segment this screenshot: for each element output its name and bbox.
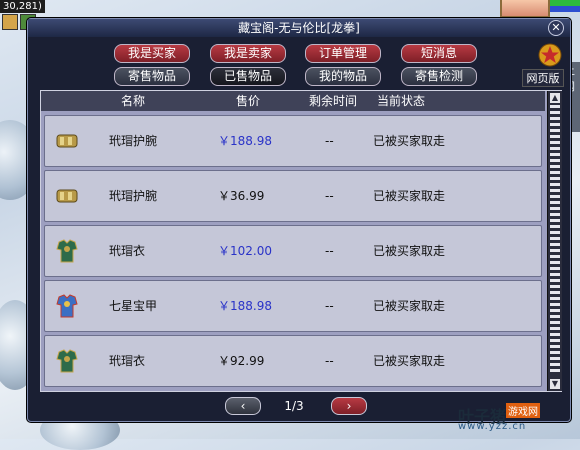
tab-consignment[interactable]: 寄售物品 <box>114 67 190 86</box>
armor-icon <box>53 237 81 265</box>
tab-orders[interactable]: 订单管理 <box>305 44 381 63</box>
window-title-text: 藏宝阁-无与伦比[龙拳] <box>238 21 360 35</box>
tab-messages[interactable]: 短消息 <box>401 44 477 63</box>
scrollbar[interactable]: ▲ ▼ <box>547 91 562 391</box>
tab-consignment-check[interactable]: 寄售检测 <box>401 67 477 86</box>
scroll-track[interactable] <box>550 105 560 375</box>
web-version-label[interactable]: 网页版 <box>522 69 564 87</box>
table-row[interactable]: 玳瑁衣 ￥92.99 -- 已被买家取走 <box>44 335 542 387</box>
item-name: 玳瑁衣 <box>109 244 146 258</box>
item-name: 玳瑁衣 <box>109 354 146 368</box>
table-header: 名称 售价 剩余时间 当前状态 <box>41 91 545 111</box>
item-price: ￥188.98 <box>218 134 272 148</box>
column-status: 当前状态 <box>377 94 426 108</box>
item-status: 已被买家取走 <box>373 299 446 313</box>
item-price: ￥188.98 <box>218 299 272 313</box>
watermark-url: www.yzz.cn <box>458 421 527 432</box>
armor-icon <box>53 347 81 375</box>
item-status: 已被买家取走 <box>373 244 446 258</box>
tab-buyer[interactable]: 我是买家 <box>114 44 190 63</box>
item-name: 玳瑁护腕 <box>109 189 158 203</box>
site-watermark: 叶子猪 游戏网 www.yzz.cn <box>458 403 570 433</box>
item-price: ￥102.00 <box>218 244 272 258</box>
scroll-up-arrow[interactable]: ▲ <box>550 93 560 103</box>
item-price: ￥36.99 <box>218 189 265 203</box>
item-time-left: -- <box>325 189 334 203</box>
item-time-left: -- <box>325 134 334 148</box>
page-indicator: 1/3 <box>284 399 304 413</box>
item-time-left: -- <box>325 299 334 313</box>
tab-sold-items[interactable]: 已售物品 <box>210 67 286 86</box>
tab-seller[interactable]: 我是卖家 <box>210 44 286 63</box>
column-time-left: 剩余时间 <box>309 94 358 108</box>
item-status: 已被买家取走 <box>373 354 446 368</box>
item-time-left: -- <box>325 354 334 368</box>
player-portrait[interactable] <box>500 0 550 18</box>
column-name: 名称 <box>121 94 146 108</box>
previous-page-button[interactable]: ‹ <box>225 397 261 415</box>
sold-items-table: 名称 售价 剩余时间 当前状态 玳瑁护腕 ￥188.98 -- 已被买家取走 玳瑁护腕 ￥… <box>40 90 562 392</box>
web-version-icon[interactable] <box>538 43 562 67</box>
table-row[interactable]: 玳瑁护腕 ￥36.99 -- 已被买家取走 <box>44 170 542 222</box>
item-status: 已被买家取走 <box>373 134 446 148</box>
treasure-pavilion-window: 藏宝阁-无与伦比[龙拳] ✕ 我是买家 我是卖家 订单管理 短消息 寄售物品 已… <box>27 18 571 422</box>
item-price: ￥92.99 <box>218 354 265 368</box>
bracer-icon <box>53 127 81 155</box>
bracer-icon <box>53 182 81 210</box>
next-page-button[interactable]: › <box>331 397 367 415</box>
close-button[interactable]: ✕ <box>548 20 564 36</box>
secondary-tabs: 寄售物品 已售物品 我的物品 寄售检测 <box>28 67 570 87</box>
item-status: 已被买家取走 <box>373 189 446 203</box>
column-price: 售价 <box>236 94 261 108</box>
watermark-tag: 游戏网 <box>506 403 540 418</box>
mp-bar <box>550 6 580 12</box>
table-row[interactable]: 七星宝甲 ￥188.98 -- 已被买家取走 <box>44 280 542 332</box>
coordinates-readout: 30,281) <box>0 0 45 13</box>
table-row[interactable]: 玳瑁护腕 ￥188.98 -- 已被买家取走 <box>44 115 542 167</box>
table-row[interactable]: 玳瑁衣 ￥102.00 -- 已被买家取走 <box>44 225 542 277</box>
tab-my-items[interactable]: 我的物品 <box>305 67 381 86</box>
item-name: 玳瑁护腕 <box>109 134 158 148</box>
item-name: 七星宝甲 <box>109 299 158 313</box>
window-title: 藏宝阁-无与伦比[龙拳] <box>28 19 570 37</box>
item-time-left: -- <box>325 244 334 258</box>
armor-blue-icon <box>53 292 81 320</box>
primary-tabs: 我是买家 我是卖家 订单管理 短消息 <box>28 44 570 64</box>
scroll-down-arrow[interactable]: ▼ <box>550 379 560 389</box>
map-icon[interactable] <box>2 14 18 30</box>
